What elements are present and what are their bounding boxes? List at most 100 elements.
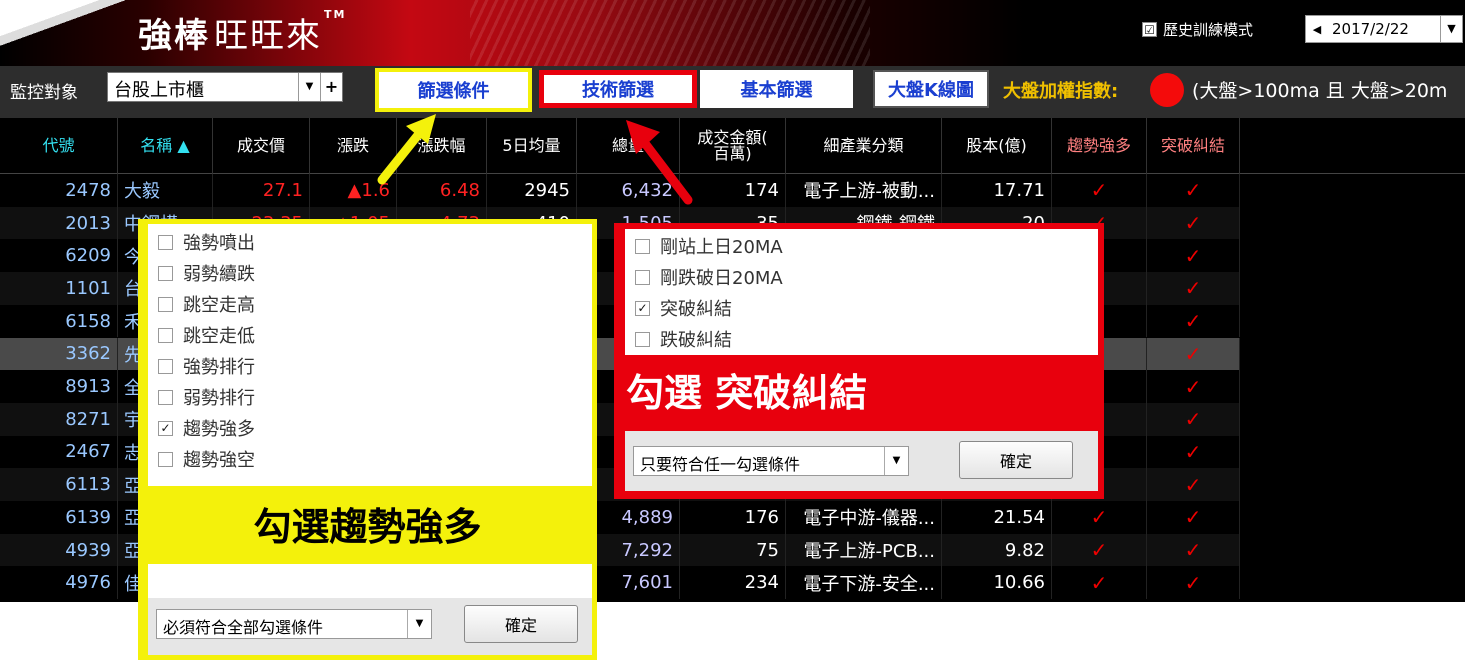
date-picker[interactable]: ◀ 2017/2/22 ▼ — [1305, 15, 1463, 43]
option-item[interactable]: 剛跌破日20MA — [635, 264, 783, 290]
option-label: 強勢噴出 — [183, 233, 255, 254]
table-cell: 2945 — [487, 174, 577, 207]
app-header: 強棒 旺旺來TM ☑ 歷史訓練模式 ◀ 2017/2/22 ▼ — [0, 0, 1465, 66]
option-checkbox[interactable] — [158, 389, 173, 405]
table-cell: 6139 — [0, 501, 118, 534]
option-item[interactable]: 趨勢強空 — [158, 446, 255, 472]
table-cell: 電子上游-PCB... — [786, 533, 942, 567]
option-label: 跳空走低 — [183, 326, 255, 347]
right-options-area: 剛站上日20MA 剛跌破日20MA ✓ 突破糾結跌破糾結 — [625, 229, 1098, 355]
yellow-arrow-icon — [377, 114, 436, 185]
option-item[interactable]: 強勢排行 — [158, 353, 255, 379]
option-checkbox[interactable] — [635, 331, 650, 347]
logo-sub: 旺旺來 — [214, 16, 322, 56]
column-header[interactable]: 5日均量 — [487, 118, 577, 174]
technical-filter-panel: 剛站上日20MA 剛跌破日20MA ✓ 突破糾結跌破糾結 勾選 突破糾結 只要符合任一… — [614, 223, 1104, 499]
option-checkbox[interactable] — [158, 234, 173, 250]
column-header[interactable]: 趨勢強多 — [1052, 118, 1147, 174]
history-mode-toggle[interactable]: ☑ 歷史訓練模式 — [1142, 19, 1253, 40]
option-item[interactable]: 跌破糾結 — [635, 326, 732, 352]
option-checkbox[interactable] — [158, 451, 173, 467]
market-condition-text: (大盤>100ma 且 大盤>20m — [1192, 80, 1448, 102]
table-cell: ✓ — [1147, 304, 1240, 338]
table-cell: 9.82 — [942, 533, 1052, 567]
table-cell: 8271 — [0, 402, 118, 436]
option-checkbox[interactable] — [158, 358, 173, 374]
column-header[interactable]: 名稱 ▲ — [118, 118, 213, 174]
table-cell: 21.54 — [942, 501, 1052, 534]
option-checkbox[interactable] — [158, 296, 173, 312]
left-footer: 必須符合全部勾選條件 ▼ 確定 — [148, 598, 592, 655]
logo-main: 強棒 — [138, 16, 210, 56]
option-checkbox[interactable] — [635, 238, 650, 254]
column-header[interactable]: 成交價 — [213, 118, 310, 174]
option-checkbox[interactable] — [635, 269, 650, 285]
option-checkbox[interactable] — [158, 265, 173, 281]
option-label: 趨勢強空 — [183, 450, 255, 471]
option-item[interactable]: 跳空走高 — [158, 291, 255, 317]
column-header[interactable]: 突破糾結 — [1147, 118, 1240, 174]
table-cell: 27.1 — [213, 174, 310, 207]
app-logo: 強棒 旺旺來TM — [138, 8, 346, 57]
option-item[interactable]: 弱勢續跌 — [158, 260, 255, 286]
table-cell: 6158 — [0, 304, 118, 338]
option-label: 剛站上日20MA — [660, 237, 783, 258]
option-item[interactable]: ✓ 突破糾結 — [635, 295, 732, 321]
table-cell: 1101 — [0, 272, 118, 305]
option-item[interactable]: 剛站上日20MA — [635, 233, 783, 259]
chevron-down-icon[interactable]: ▼ — [298, 73, 320, 101]
right-caption: 勾選 突破糾結 — [620, 355, 1098, 431]
left-mode-select[interactable]: 必須符合全部勾選條件 ▼ — [156, 609, 432, 639]
option-label: 剛跌破日20MA — [660, 268, 783, 289]
monitor-label: 監控對象 — [10, 83, 78, 103]
table-cell: ✓ — [1147, 272, 1240, 305]
column-header[interactable]: 代號 — [0, 118, 118, 174]
table-cell: ✓ — [1147, 174, 1240, 207]
right-footer: 只要符合任一勾選條件 ▼ 確定 — [625, 431, 1098, 491]
technical-filter-button[interactable]: 技術篩選 — [539, 70, 697, 108]
option-label: 強勢排行 — [183, 357, 255, 378]
table-cell: ✓ — [1052, 501, 1147, 534]
chevron-down-icon[interactable]: ▼ — [1440, 16, 1462, 42]
prev-date-icon[interactable]: ◀ — [1306, 23, 1328, 36]
table-cell: 3362 — [0, 337, 118, 371]
table-cell: 6113 — [0, 468, 118, 501]
option-item[interactable]: 弱勢排行 — [158, 384, 255, 410]
left-options-area: 強勢噴出弱勢續跌跳空走高跳空走低強勢排行弱勢排行 ✓ 趨勢強多趨勢強空 — [148, 224, 592, 486]
chevron-down-icon[interactable]: ▼ — [884, 447, 908, 475]
column-header[interactable]: 細產業分類 — [786, 118, 942, 174]
filter-conditions-button[interactable]: 篩選條件 — [375, 68, 532, 112]
table-cell: ✓ — [1052, 174, 1147, 207]
right-ok-button[interactable]: 確定 — [959, 441, 1073, 479]
table-cell: 17.71 — [942, 174, 1052, 207]
table-cell: 176 — [680, 501, 786, 534]
table-cell: ✓ — [1147, 337, 1240, 371]
plus-icon[interactable]: + — [320, 73, 342, 101]
market-kchart-button[interactable]: 大盤K線圖 — [873, 70, 989, 108]
option-item[interactable]: ✓ 趨勢強多 — [158, 415, 255, 441]
table-cell: ✓ — [1147, 435, 1240, 469]
index-label: 大盤加權指數: — [1003, 81, 1119, 102]
option-checkbox[interactable]: ✓ — [635, 300, 650, 316]
option-item[interactable]: 跳空走低 — [158, 322, 255, 348]
table-cell: ✓ — [1147, 206, 1240, 240]
column-header[interactable]: 股本(億) — [942, 118, 1052, 174]
table-cell: ✓ — [1052, 566, 1147, 600]
table-cell: ✓ — [1147, 533, 1240, 567]
option-item[interactable]: 強勢噴出 — [158, 229, 255, 255]
option-label: 弱勢續跌 — [183, 264, 255, 285]
chevron-down-icon[interactable]: ▼ — [407, 610, 431, 638]
status-dot-icon — [1150, 73, 1184, 107]
date-value: 2017/2/22 — [1332, 20, 1409, 38]
table-cell: 4939 — [0, 533, 118, 567]
table-cell: ✓ — [1147, 370, 1240, 403]
monitor-value: 台股上市櫃 — [114, 80, 204, 101]
option-checkbox[interactable]: ✓ — [158, 420, 173, 436]
table-cell: 大毅 — [118, 174, 213, 207]
basic-filter-button[interactable]: 基本篩選 — [700, 70, 853, 108]
left-ok-button[interactable]: 確定 — [464, 605, 578, 643]
history-mode-checkbox[interactable]: ☑ — [1142, 22, 1157, 37]
monitor-select[interactable]: 台股上市櫃 ▼ + — [107, 72, 343, 102]
option-checkbox[interactable] — [158, 327, 173, 343]
right-mode-select[interactable]: 只要符合任一勾選條件 ▼ — [633, 446, 909, 476]
